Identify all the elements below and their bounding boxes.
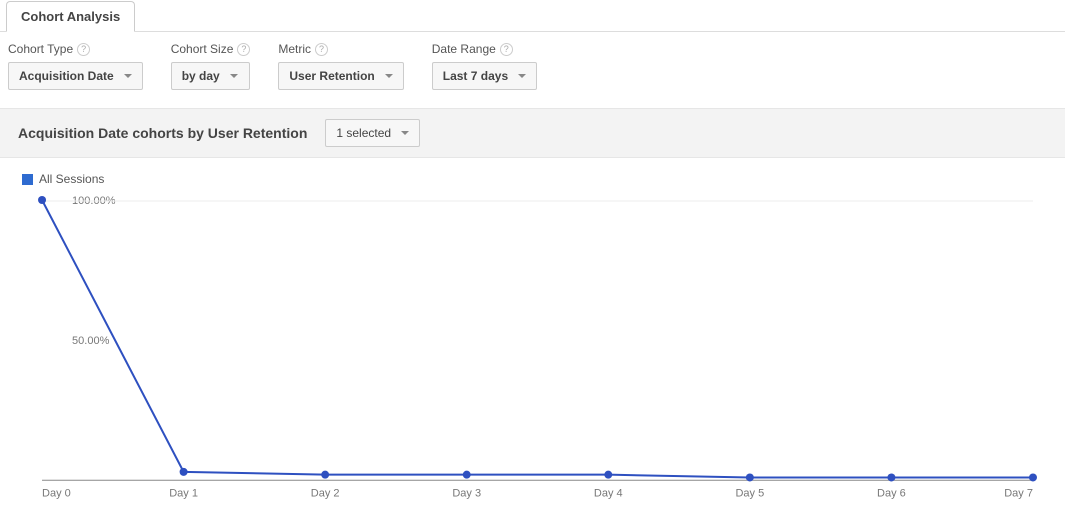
label-text: Cohort Size — [171, 42, 234, 56]
chart-header-bar: Acquisition Date cohorts by User Retenti… — [0, 108, 1065, 158]
legend-swatch — [22, 174, 33, 185]
chevron-down-icon — [401, 131, 409, 135]
svg-text:Day 5: Day 5 — [735, 487, 764, 499]
dropdown-value: Last 7 days — [443, 69, 508, 83]
tab-cohort-analysis[interactable]: Cohort Analysis — [6, 1, 135, 32]
dropdown-metric[interactable]: User Retention — [278, 62, 403, 90]
tab-label: Cohort Analysis — [21, 9, 120, 24]
dropdown-value: User Retention — [289, 69, 374, 83]
control-date-range: Date Range ? Last 7 days — [432, 42, 537, 90]
chevron-down-icon — [385, 74, 393, 78]
dropdown-value: 1 selected — [336, 126, 391, 140]
svg-text:Day 4: Day 4 — [594, 487, 623, 499]
label-text: Metric — [278, 42, 311, 56]
control-cohort-type: Cohort Type ? Acquisition Date — [8, 42, 143, 90]
controls-row: Cohort Type ? Acquisition Date Cohort Si… — [0, 32, 1065, 108]
dropdown-value: Acquisition Date — [19, 69, 114, 83]
svg-text:50.00%: 50.00% — [72, 335, 110, 347]
label-metric: Metric ? — [278, 42, 403, 56]
chevron-down-icon — [230, 74, 238, 78]
svg-text:Day 0: Day 0 — [42, 487, 71, 499]
dropdown-series-selector[interactable]: 1 selected — [325, 119, 420, 147]
help-icon[interactable]: ? — [315, 43, 328, 56]
help-icon[interactable]: ? — [77, 43, 90, 56]
label-date-range: Date Range ? — [432, 42, 537, 56]
svg-text:Day 3: Day 3 — [452, 487, 481, 499]
chevron-down-icon — [124, 74, 132, 78]
chevron-down-icon — [518, 74, 526, 78]
chart-area: 50.00%100.00%Day 0Day 1Day 2Day 3Day 4Da… — [0, 186, 1065, 516]
control-metric: Metric ? User Retention — [278, 42, 403, 90]
svg-text:Day 6: Day 6 — [877, 487, 906, 499]
legend-label: All Sessions — [39, 172, 104, 186]
chart-legend: All Sessions — [0, 158, 1065, 186]
label-text: Date Range — [432, 42, 496, 56]
chart-title: Acquisition Date cohorts by User Retenti… — [18, 125, 307, 141]
dropdown-date-range[interactable]: Last 7 days — [432, 62, 537, 90]
help-icon[interactable]: ? — [237, 43, 250, 56]
dropdown-value: by day — [182, 69, 220, 83]
svg-text:Day 7: Day 7 — [1004, 487, 1033, 499]
label-cohort-type: Cohort Type ? — [8, 42, 143, 56]
svg-text:Day 1: Day 1 — [169, 487, 198, 499]
help-icon[interactable]: ? — [500, 43, 513, 56]
label-cohort-size: Cohort Size ? — [171, 42, 251, 56]
svg-text:Day 2: Day 2 — [311, 487, 340, 499]
dropdown-cohort-type[interactable]: Acquisition Date — [8, 62, 143, 90]
control-cohort-size: Cohort Size ? by day — [171, 42, 251, 90]
retention-line-chart: 50.00%100.00%Day 0Day 1Day 2Day 3Day 4Da… — [22, 194, 1043, 504]
dropdown-cohort-size[interactable]: by day — [171, 62, 251, 90]
label-text: Cohort Type — [8, 42, 73, 56]
